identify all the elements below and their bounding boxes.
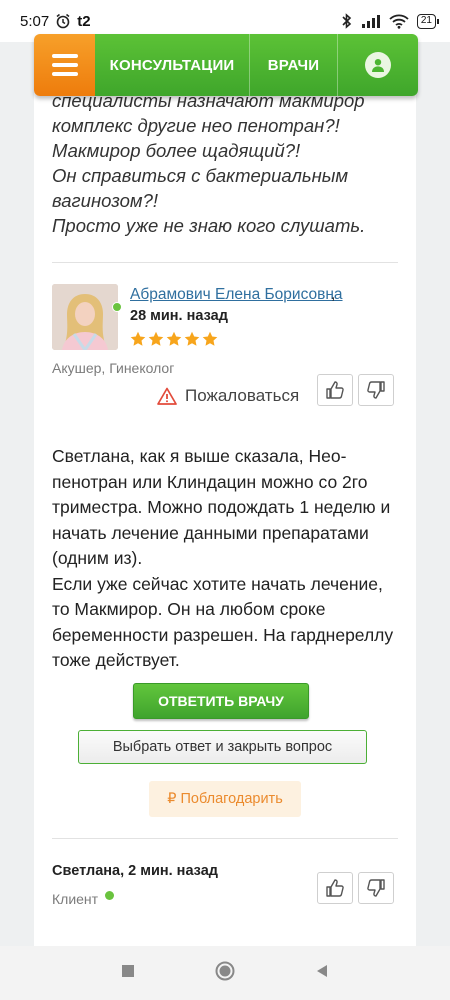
carrier-label: t2 (77, 12, 91, 30)
alarm-icon (55, 13, 71, 29)
dislike-button[interactable] (358, 374, 394, 406)
recent-apps-button[interactable] (120, 963, 136, 984)
answer-paragraph: Если уже сейчас хотите начать лечение, т… (52, 573, 394, 671)
user-icon (365, 52, 391, 78)
online-status-dot (105, 891, 114, 900)
divider (52, 838, 398, 839)
doctor-answer-time: 28 мин. назад (130, 308, 228, 324)
doctor-specialty: Акушер, Гинеколог (52, 360, 175, 376)
thank-label: Поблагодарить (180, 791, 283, 807)
home-button[interactable] (214, 960, 236, 987)
question-line: Он справиться с бактериальным (52, 165, 349, 186)
like-button[interactable] (317, 872, 353, 904)
star-icon (130, 331, 146, 346)
question-line: вагинозом?! (52, 190, 159, 211)
question-line: Макмирор более щадящий?! (52, 140, 301, 161)
complain-label: Пожаловаться (185, 386, 300, 405)
choose-answer-close-button[interactable]: Выбрать ответ и закрыть вопрос (78, 730, 367, 764)
thumbs-down-icon (367, 879, 385, 897)
client-name-time: Светлана, 2 мин. назад (52, 863, 218, 879)
question-line: Просто уже не знаю кого слушать. (52, 215, 366, 236)
star-icon (184, 331, 200, 346)
question-text: специалисты назначают макмирор комплекс … (52, 88, 402, 238)
wifi-icon (389, 14, 409, 29)
doctor-name-comma: , (331, 286, 336, 303)
thumbs-down-icon (367, 381, 385, 399)
nav-doctors[interactable]: ВРАЧИ (250, 34, 338, 96)
warning-icon (157, 387, 177, 405)
reply-to-doctor-button[interactable]: ОТВЕТИТЬ ВРАЧУ (133, 683, 309, 719)
doctor-name-link[interactable]: Абрамович Елена Борисовна (130, 286, 343, 304)
signal-icon (361, 14, 381, 28)
user-profile-button[interactable] (338, 34, 418, 96)
system-navigation-bar (0, 946, 450, 1000)
ruble-icon: ₽ (167, 791, 177, 807)
bluetooth-icon (341, 13, 353, 29)
status-time: 5:07 (20, 12, 50, 30)
doctor-avatar[interactable] (52, 284, 118, 350)
doctor-rating (130, 331, 218, 347)
nav-consultations[interactable]: КОНСУЛЬТАЦИИ (95, 34, 250, 96)
online-status-dot (112, 302, 122, 312)
battery-indicator: 21 (416, 13, 440, 29)
back-button[interactable] (314, 963, 330, 984)
complain-link[interactable]: Пожаловаться (157, 386, 299, 406)
doctor-answer-text: Светлана, как я выше сказала, Нео-пенотр… (52, 444, 404, 674)
thumbs-up-icon (326, 879, 344, 897)
star-icon (202, 331, 218, 346)
star-icon (148, 331, 164, 346)
answer-paragraph: Светлана, как я выше сказала, Нео-пенотр… (52, 446, 391, 568)
client-role: Клиент (52, 891, 99, 907)
hamburger-menu-icon[interactable] (34, 34, 95, 96)
divider (52, 262, 398, 263)
thumbs-up-icon (326, 381, 344, 399)
top-navigation: КОНСУЛЬТАЦИИ ВРАЧИ (34, 34, 418, 96)
like-button[interactable] (317, 374, 353, 406)
dislike-button[interactable] (358, 872, 394, 904)
thank-button[interactable]: ₽ Поблагодарить (149, 781, 301, 817)
star-icon (166, 331, 182, 346)
question-line: комплекс другие нео пенотран?! (52, 115, 340, 136)
